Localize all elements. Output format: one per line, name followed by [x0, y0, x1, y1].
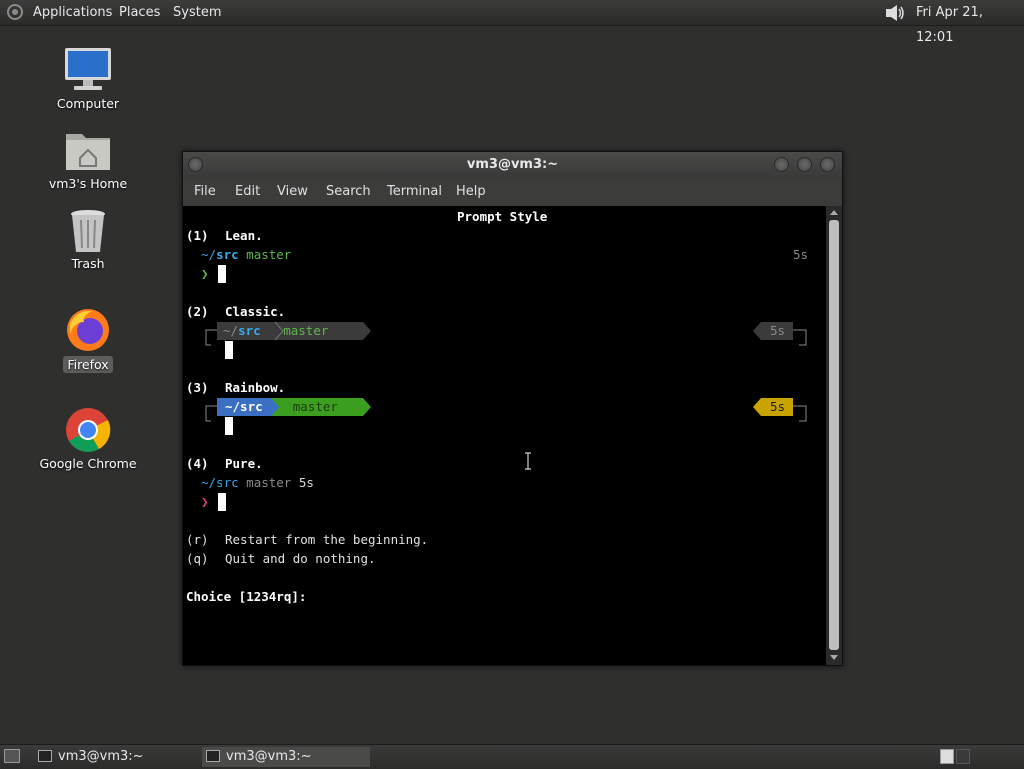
- scroll-up-icon[interactable]: [830, 210, 838, 215]
- option-q-key: (q): [186, 551, 209, 566]
- window-menu-button[interactable]: [188, 157, 203, 172]
- option-2-number: (2): [186, 304, 209, 319]
- prompt-style-heading: Prompt Style: [457, 209, 548, 224]
- desktop-icon-chrome[interactable]: Google Chrome: [33, 406, 143, 471]
- scroll-down-icon[interactable]: [830, 655, 838, 660]
- menu-help[interactable]: Help: [456, 178, 486, 206]
- bottom-panel: vm3@vm3:~ vm3@vm3:~: [0, 744, 1024, 769]
- volume-icon[interactable]: [884, 4, 906, 22]
- system-menu[interactable]: System: [173, 0, 221, 25]
- menu-search[interactable]: Search: [326, 178, 371, 206]
- classic-time: 5s: [770, 323, 786, 338]
- option-3-number: (3): [186, 380, 209, 395]
- menubar: File Edit View Search Terminal Help: [183, 178, 842, 206]
- desktop-icon-trash[interactable]: Trash: [33, 208, 143, 271]
- taskbar-item[interactable]: vm3@vm3:~: [34, 747, 196, 767]
- option-1-name: Lean.: [225, 228, 263, 243]
- minimize-button[interactable]: [774, 157, 789, 172]
- cursor: [225, 417, 233, 435]
- terminal-scrollbar[interactable]: [826, 206, 842, 665]
- option-2-name: Classic.: [225, 304, 286, 319]
- terminal-window: vm3@vm3:~ File Edit View Search Terminal…: [182, 151, 843, 666]
- desktop-icon-label: Computer: [56, 96, 120, 111]
- clock[interactable]: Fri Apr 21, 12:01: [916, 0, 1024, 45]
- lean-time: 5s: [793, 247, 809, 262]
- cursor: [218, 265, 226, 283]
- top-panel: Applications Places System Fri Apr 21, 1…: [0, 0, 1024, 45]
- desktop-icon-label: vm3's Home: [48, 176, 128, 191]
- home-folder-icon: [66, 134, 110, 170]
- terminal-icon: [206, 750, 220, 762]
- option-4-number: (4): [186, 456, 209, 471]
- trash-icon: [71, 210, 105, 252]
- window-titlebar[interactable]: vm3@vm3:~: [183, 152, 842, 178]
- places-menu[interactable]: Places: [119, 0, 160, 25]
- desktop-icon-firefox[interactable]: Firefox: [33, 306, 143, 373]
- option-3-name: Rainbow.: [225, 380, 286, 395]
- window-title: vm3@vm3:~: [466, 157, 559, 172]
- desktop-icon-label: Trash: [71, 256, 105, 271]
- cursor: [218, 493, 226, 511]
- desktop-icon-home[interactable]: vm3's Home: [33, 128, 143, 191]
- terminal-output[interactable]: Prompt Style (1) Lean. ~/src master 5s ❯…: [183, 206, 826, 665]
- show-desktop-icon[interactable]: [4, 749, 20, 763]
- menu-view[interactable]: View: [277, 178, 308, 206]
- applications-menu[interactable]: Applications: [33, 0, 112, 25]
- choice-prompt: Choice [1234rq]:: [186, 589, 307, 604]
- menu-file[interactable]: File: [194, 178, 216, 206]
- computer-icon: [65, 48, 111, 90]
- mate-logo-icon[interactable]: [7, 4, 23, 20]
- menu-terminal[interactable]: Terminal: [387, 178, 442, 206]
- menu-edit[interactable]: Edit: [235, 178, 260, 206]
- rainbow-prompt: ~/src master: [225, 399, 338, 414]
- option-r-text: Restart from the beginning.: [225, 532, 429, 547]
- workspace-2[interactable]: [956, 749, 970, 764]
- option-q-text: Quit and do nothing.: [225, 551, 376, 566]
- cursor: [225, 341, 233, 359]
- ibeam-cursor-icon: [525, 452, 531, 470]
- close-button[interactable]: [820, 157, 835, 172]
- scrollbar-thumb[interactable]: [829, 220, 839, 650]
- lean-prompt: ~/src master: [201, 247, 292, 262]
- workspace-1[interactable]: [940, 749, 954, 764]
- maximize-button[interactable]: [797, 157, 812, 172]
- desktop-icon-label: Firefox: [63, 356, 113, 373]
- desktop-icon-label: Google Chrome: [39, 456, 137, 471]
- rainbow-time: 5s: [770, 399, 786, 414]
- taskbar-item-active[interactable]: vm3@vm3:~: [202, 747, 370, 767]
- lean-chevron: ❯: [201, 266, 209, 281]
- terminal-icon: [38, 750, 52, 762]
- pure-chevron: ❯: [201, 494, 209, 509]
- option-1-number: (1): [186, 228, 209, 243]
- classic-prompt: ~/src master: [223, 323, 329, 338]
- chrome-icon: [66, 408, 111, 452]
- option-4-name: Pure.: [225, 456, 263, 471]
- option-r-key: (r): [186, 532, 209, 547]
- pure-prompt: ~/src master 5s: [201, 475, 314, 490]
- firefox-icon: [67, 309, 109, 351]
- desktop-icon-computer[interactable]: Computer: [33, 46, 143, 111]
